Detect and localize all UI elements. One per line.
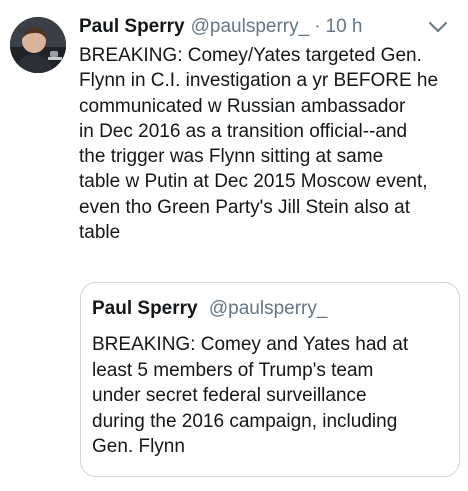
- tweet-body-line: table: [79, 222, 121, 244]
- quoted-body-line: during the 2016 campaign, including: [92, 410, 398, 432]
- chevron-down-icon[interactable]: [427, 18, 449, 36]
- tweet-body-line: BREAKING: Comey/Yates targeted Gen.: [79, 45, 422, 66]
- tweet-header: Paul Sperry @paulsperry_ · 10 h: [79, 12, 459, 42]
- quoted-author-name: Paul Sperry: [92, 298, 198, 319]
- author-name[interactable]: Paul Sperry: [79, 12, 185, 42]
- author-handle[interactable]: @paulsperry_: [191, 12, 310, 42]
- quoted-body-line: under secret federal surveillance: [92, 385, 367, 407]
- quoted-body-line: BREAKING: Comey and Yates had at: [92, 334, 409, 355]
- tweet[interactable]: Paul Sperry @paulsperry_ · 10 h BREAKING…: [0, 0, 468, 491]
- tweet-body-line: even tho Green Party's Jill Stein also a…: [79, 196, 411, 218]
- tweet-body-line: Flynn in C.I. investigation a yr BEFORE …: [79, 70, 439, 92]
- avatar[interactable]: [10, 17, 66, 73]
- tweet-body-line: table w Putin at Dec 2015 Moscow event,: [79, 171, 428, 193]
- tweet-body-line: communicated w Russian ambassador: [79, 95, 406, 117]
- tweet-body: BREAKING: Comey/Yates targeted Gen. Flyn…: [79, 43, 461, 245]
- tweet-content: Paul Sperry @paulsperry_ · 10 h BREAKING…: [79, 12, 459, 245]
- avatar-photo: [10, 17, 66, 73]
- quoted-tweet-body: BREAKING: Comey and Yates had at least 5…: [92, 332, 408, 460]
- tweet-timestamp[interactable]: 10 h: [326, 12, 363, 42]
- quoted-tweet-header: Paul Sperry @paulsperry_: [92, 297, 327, 321]
- quoted-author-handle: @paulsperry_: [208, 298, 328, 319]
- tweet-body-line: in Dec 2016 as a transition official--an…: [79, 120, 408, 142]
- quoted-body-line: least 5 members of Trump's team: [92, 359, 374, 381]
- tweet-body-line: the trigger was Flynn sitting at same: [79, 146, 384, 168]
- quoted-tweet-card[interactable]: Paul Sperry @paulsperry_ BREAKING: Comey…: [80, 282, 460, 477]
- header-separator: ·: [314, 16, 321, 37]
- quoted-body-line: Gen. Flynn: [92, 436, 185, 458]
